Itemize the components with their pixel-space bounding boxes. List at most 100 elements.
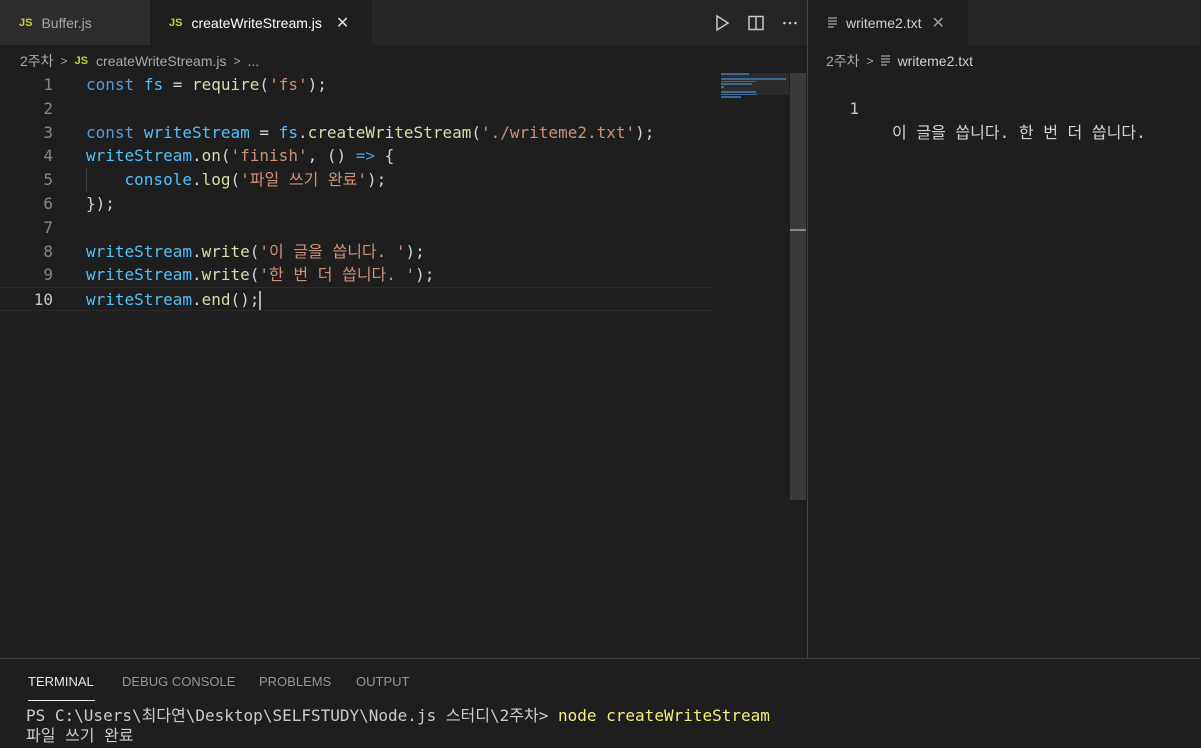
line-number: 9 (43, 265, 53, 285)
code-line: 7 (0, 216, 790, 240)
tab-output[interactable]: OUTPUT (356, 674, 409, 689)
code-token: writeStream (86, 290, 192, 310)
code-token: console (124, 170, 192, 190)
text-editor[interactable]: 1 이 글을 씁니다. 한 번 더 씁니다. (808, 73, 1201, 142)
minimap[interactable] (721, 73, 789, 98)
line-text: 이 글을 씁니다. 한 번 더 씁니다. (892, 122, 1146, 142)
code-text: writeStream.on('finish', () => { (86, 144, 394, 168)
tab-problems[interactable]: PROBLEMS (259, 674, 331, 689)
code-text: const writeStream = fs.createWriteStream… (86, 121, 654, 145)
split-editor-icon[interactable] (739, 14, 773, 32)
code-line: 2 (0, 97, 790, 121)
code-token: ( (220, 146, 231, 166)
text-file-icon (828, 15, 838, 31)
line-number: 3 (43, 122, 53, 142)
code-token: fs (143, 75, 164, 94)
code-text: writeStream.write('이 글을 씁니다. '); (86, 240, 425, 264)
code-token: . (297, 122, 308, 142)
code-token: const (86, 122, 135, 142)
code-token: }); (86, 193, 115, 213)
close-icon[interactable]: ✕ (931, 13, 944, 33)
code-token: 'fs' (269, 75, 308, 94)
code-token: = (163, 75, 192, 94)
editor-actions (705, 0, 807, 45)
tab-label: createWriteStream.js (191, 14, 322, 31)
code-token: 'finish' (230, 146, 308, 166)
tab-writeme2-txt[interactable]: writeme2.txt ✕ (808, 0, 968, 45)
code-token: log (201, 170, 231, 190)
code-token: './writeme2.txt' (481, 122, 636, 142)
terminal-output[interactable]: PS C:\Users\최다연\Desktop\SELFSTUDY\Node.j… (26, 706, 770, 746)
tab-terminal[interactable]: TERMINAL (28, 674, 94, 689)
code-text: writeStream.end(); (86, 288, 262, 312)
minimap-line (721, 85, 725, 88)
right-editor-group: writeme2.txt ✕ 2주차 > writeme2.txt 1 이 글을… (808, 0, 1201, 658)
js-file-icon: JS (169, 16, 183, 29)
code-token: . (191, 290, 202, 310)
line-number: 4 (43, 146, 53, 166)
code-token: '이 글을 씁니다. ' (259, 241, 406, 261)
code-token: end (201, 290, 231, 310)
close-icon[interactable]: ✕ (336, 13, 349, 33)
code-token: = (249, 122, 279, 142)
code-token: writeStream (143, 122, 250, 142)
breadcrumb-folder[interactable]: 2주차 (826, 51, 860, 71)
tab-createwritestream-js[interactable]: JS createWriteStream.js ✕ (150, 0, 372, 45)
code-line: 6}); (0, 192, 790, 216)
chevron-right-icon: > (233, 54, 241, 68)
code-token: . (191, 146, 202, 166)
line-number: 1 (849, 98, 859, 118)
code-token: ); (307, 75, 327, 94)
text-cursor (259, 291, 262, 311)
chevron-right-icon: > (866, 54, 874, 68)
breadcrumb-more[interactable]: ... (248, 53, 260, 69)
vertical-scrollbar[interactable] (790, 73, 806, 500)
code-token: write (201, 265, 250, 285)
code-token: , () (307, 146, 356, 166)
line-number: 2 (43, 98, 53, 118)
code-token: on (201, 146, 221, 166)
breadcrumb-file[interactable]: createWriteStream.js (96, 53, 226, 69)
code-token: '한 번 더 씁니다. ' (259, 265, 416, 285)
breadcrumb-file[interactable]: writeme2.txt (898, 53, 973, 69)
run-icon[interactable] (705, 14, 739, 32)
minimap-line (721, 96, 741, 98)
line-number: 8 (43, 241, 53, 261)
code-token: ); (367, 170, 387, 190)
breadcrumb: 2주차 > writeme2.txt (826, 51, 973, 71)
code-line: 5 console.log('파일 쓰기 완료'); (0, 168, 790, 192)
code-token: writeStream (86, 241, 192, 261)
line-number: 6 (43, 193, 53, 213)
minimap-line (721, 83, 752, 85)
tab-label: writeme2.txt (846, 14, 922, 31)
code-token: createWriteStream (307, 122, 472, 142)
code-text: writeStream.write('한 번 더 씁니다. '); (86, 263, 434, 287)
code-text: }); (86, 192, 115, 216)
tab-buffer-js[interactable]: JS Buffer.js (0, 0, 150, 45)
tab-label: Buffer.js (41, 14, 92, 31)
breadcrumb: 2주차 > JS createWriteStream.js > ... (20, 51, 259, 71)
code-text: console.log('파일 쓰기 완료'); (86, 168, 387, 192)
terminal-command: node createWriteStream (557, 706, 770, 725)
code-token: ( (259, 75, 270, 94)
code-line: 10 writeStream.end(); (0, 287, 714, 311)
minimap-line (721, 91, 757, 93)
code-token: write (201, 241, 250, 261)
more-actions-icon[interactable] (773, 14, 807, 32)
code-token: . (191, 265, 202, 285)
scrollbar-cursor-marker (790, 229, 806, 231)
active-tab-indicator (28, 700, 95, 701)
bottom-panel: TERMINAL DEBUG CONSOLE PROBLEMS OUTPUT P… (0, 658, 1201, 748)
breadcrumb-folder[interactable]: 2주차 (20, 51, 54, 71)
code-token: const (86, 75, 135, 94)
code-token: => (355, 146, 376, 166)
code-token: ); (635, 122, 655, 142)
left-editor-group: JS Buffer.js JS createWriteStream.js ✕ 2… (0, 0, 807, 658)
js-file-icon: JS (74, 55, 89, 67)
tab-debug-console[interactable]: DEBUG CONSOLE (122, 674, 235, 689)
code-editor[interactable]: 1 const fs = require('fs'); 2 3 const writeS… (0, 73, 790, 311)
line-number: 5 (43, 170, 53, 190)
code-line: 1 const fs = require('fs'); (0, 73, 790, 97)
